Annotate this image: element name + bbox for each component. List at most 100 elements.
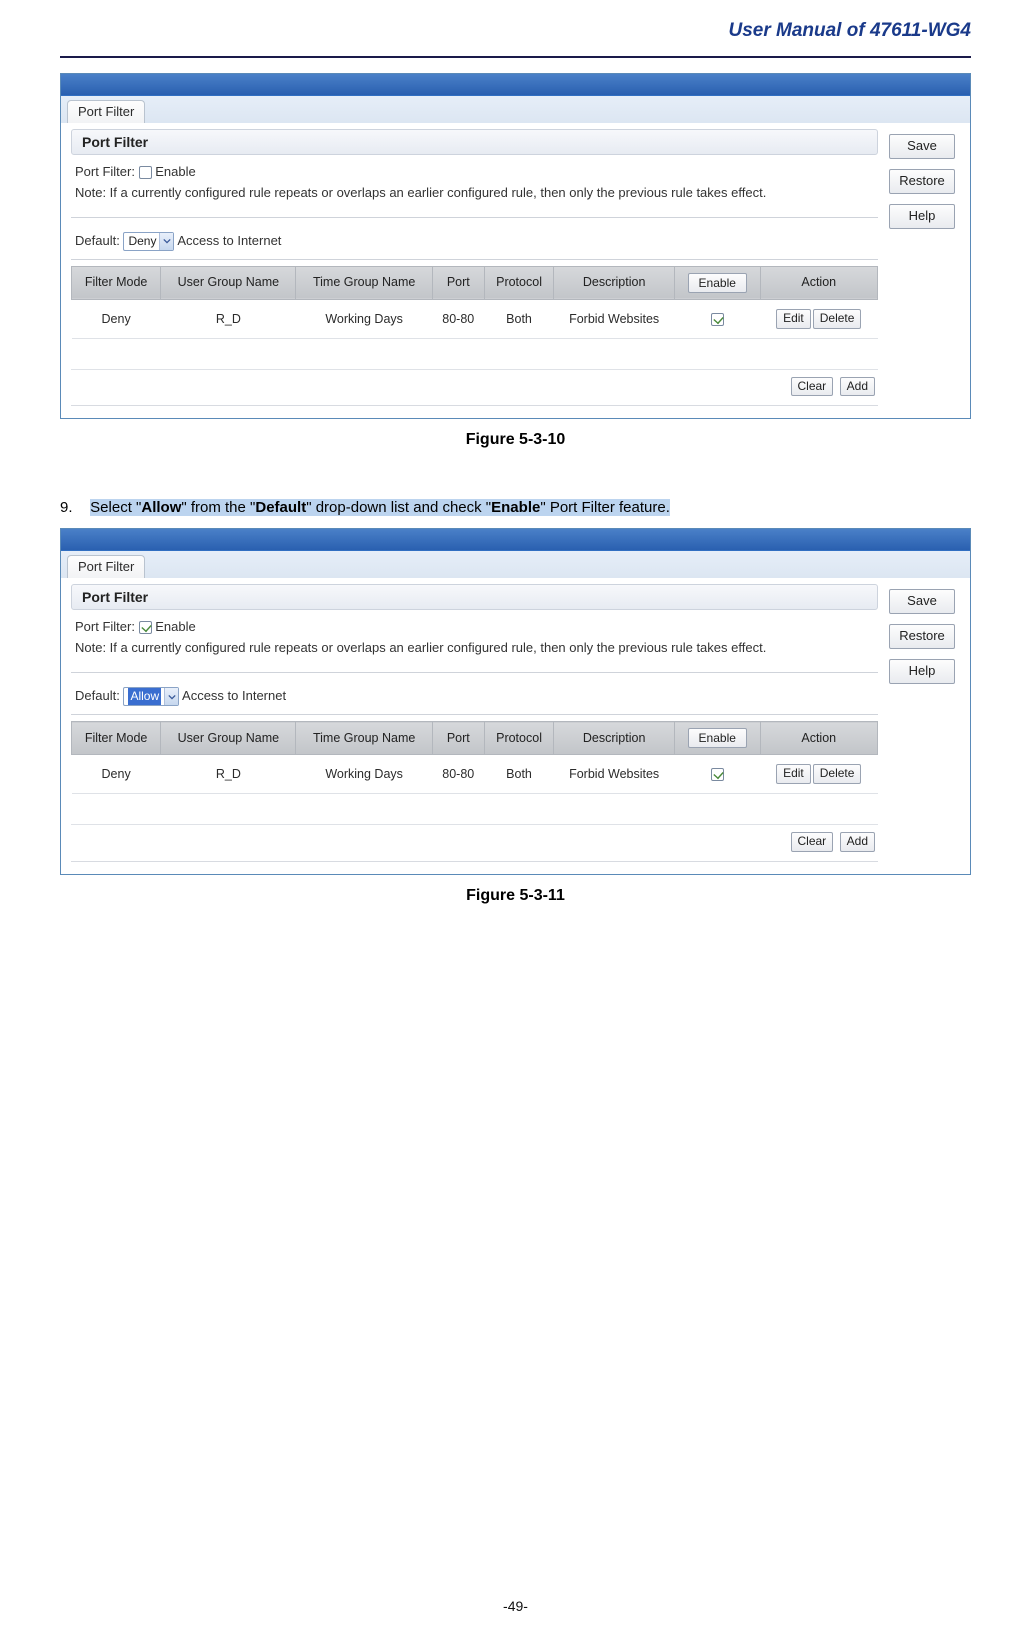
step-bold-enable: Enable xyxy=(491,499,540,516)
default-label: Default: xyxy=(75,688,120,703)
table-footer: Clear Add xyxy=(71,824,878,855)
row-enable-checkbox[interactable] xyxy=(711,313,724,326)
cell-action: EditDelete xyxy=(760,300,878,339)
enable-header-button[interactable]: Enable xyxy=(688,728,747,748)
enable-text: Enable xyxy=(155,164,195,179)
save-button[interactable]: Save xyxy=(889,134,955,159)
enable-text: Enable xyxy=(155,619,195,634)
figure-caption-2: Figure 5-3-11 xyxy=(60,887,971,905)
row-enable-checkbox[interactable] xyxy=(711,768,724,781)
cell-enable xyxy=(674,300,760,339)
th-port: Port xyxy=(432,266,484,299)
th-user: User Group Name xyxy=(161,266,296,299)
restore-button[interactable]: Restore xyxy=(889,624,955,649)
delete-button[interactable]: Delete xyxy=(813,764,862,784)
step-text: " drop-down list and check " xyxy=(306,499,491,516)
doc-header: User Manual of 47611-WG4 xyxy=(60,20,971,48)
tab-port-filter[interactable]: Port Filter xyxy=(67,555,145,578)
divider xyxy=(71,672,878,673)
cell-time: Working Days xyxy=(296,755,432,794)
cell-desc: Forbid Websites xyxy=(554,755,675,794)
table-row: Deny R_D Working Days 80-80 Both Forbid … xyxy=(72,300,878,339)
th-desc: Description xyxy=(554,266,675,299)
section-header: Port Filter xyxy=(71,584,878,610)
save-button[interactable]: Save xyxy=(889,589,955,614)
divider xyxy=(71,217,878,218)
chevron-down-icon xyxy=(159,233,173,250)
divider xyxy=(71,259,878,260)
clear-button[interactable]: Clear xyxy=(791,377,834,397)
cell-user: R_D xyxy=(161,755,296,794)
window-titlebar xyxy=(61,529,970,551)
port-filter-label: Port Filter: xyxy=(75,619,135,634)
divider xyxy=(71,405,878,406)
cell-desc: Forbid Websites xyxy=(554,300,675,339)
default-select[interactable]: Deny xyxy=(123,232,174,251)
chevron-down-icon xyxy=(164,688,178,705)
default-suffix: Access to Internet xyxy=(182,688,286,703)
th-proto: Protocol xyxy=(484,722,554,755)
screenshot-2: Port Filter Port Filter Port Filter: Ena… xyxy=(60,528,971,874)
divider xyxy=(71,861,878,862)
header-rule xyxy=(60,56,971,58)
th-action: Action xyxy=(760,722,878,755)
cell-enable xyxy=(674,755,760,794)
step-text: " from the " xyxy=(181,499,255,516)
page-number: -49- xyxy=(0,1598,1031,1614)
cell-proto: Both xyxy=(484,755,554,794)
cell-action: EditDelete xyxy=(760,755,878,794)
th-time: Time Group Name xyxy=(296,266,432,299)
clear-button[interactable]: Clear xyxy=(791,832,834,852)
tab-port-filter[interactable]: Port Filter xyxy=(67,100,145,123)
help-button[interactable]: Help xyxy=(889,204,955,229)
rules-table: Filter Mode User Group Name Time Group N… xyxy=(71,721,878,794)
step-text: " Port Filter feature. xyxy=(540,499,670,516)
help-button[interactable]: Help xyxy=(889,659,955,684)
step-bold-default: Default xyxy=(255,499,306,516)
step-9: 9. Select "Allow" from the "Default" dro… xyxy=(60,499,971,516)
th-mode: Filter Mode xyxy=(72,722,161,755)
screenshot-1: Port Filter Port Filter Port Filter: Ena… xyxy=(60,73,971,419)
figure-caption-1: Figure 5-3-10 xyxy=(60,431,971,449)
step-text: Select " xyxy=(90,499,141,516)
th-proto: Protocol xyxy=(484,266,554,299)
add-button[interactable]: Add xyxy=(840,832,875,852)
enable-checkbox[interactable] xyxy=(139,166,152,179)
edit-button[interactable]: Edit xyxy=(776,764,811,784)
note-text: Note: If a currently configured rule rep… xyxy=(71,639,878,666)
divider xyxy=(71,714,878,715)
delete-button[interactable]: Delete xyxy=(813,309,862,329)
default-select[interactable]: Allow xyxy=(123,687,179,706)
enable-header-button[interactable]: Enable xyxy=(688,273,747,293)
restore-button[interactable]: Restore xyxy=(889,169,955,194)
th-time: Time Group Name xyxy=(296,722,432,755)
edit-button[interactable]: Edit xyxy=(776,309,811,329)
enable-checkbox[interactable] xyxy=(139,621,152,634)
th-action: Action xyxy=(760,266,878,299)
rules-table: Filter Mode User Group Name Time Group N… xyxy=(71,266,878,339)
table-footer: Clear Add xyxy=(71,369,878,400)
add-button[interactable]: Add xyxy=(840,377,875,397)
th-user: User Group Name xyxy=(161,722,296,755)
table-row: Deny R_D Working Days 80-80 Both Forbid … xyxy=(72,755,878,794)
default-suffix: Access to Internet xyxy=(177,233,281,248)
note-text: Note: If a currently configured rule rep… xyxy=(71,184,878,211)
step-number: 9. xyxy=(60,499,86,516)
cell-port: 80-80 xyxy=(432,300,484,339)
window-titlebar xyxy=(61,74,970,96)
default-label: Default: xyxy=(75,233,120,248)
cell-mode: Deny xyxy=(72,300,161,339)
cell-time: Working Days xyxy=(296,300,432,339)
cell-proto: Both xyxy=(484,300,554,339)
default-select-value: Allow xyxy=(128,688,161,705)
default-select-value: Deny xyxy=(128,233,156,250)
step-bold-allow: Allow xyxy=(141,499,181,516)
cell-port: 80-80 xyxy=(432,755,484,794)
th-mode: Filter Mode xyxy=(72,266,161,299)
th-enable: Enable xyxy=(674,722,760,755)
th-enable: Enable xyxy=(674,266,760,299)
th-desc: Description xyxy=(554,722,675,755)
th-port: Port xyxy=(432,722,484,755)
tab-strip: Port Filter xyxy=(61,551,970,578)
section-header: Port Filter xyxy=(71,129,878,155)
